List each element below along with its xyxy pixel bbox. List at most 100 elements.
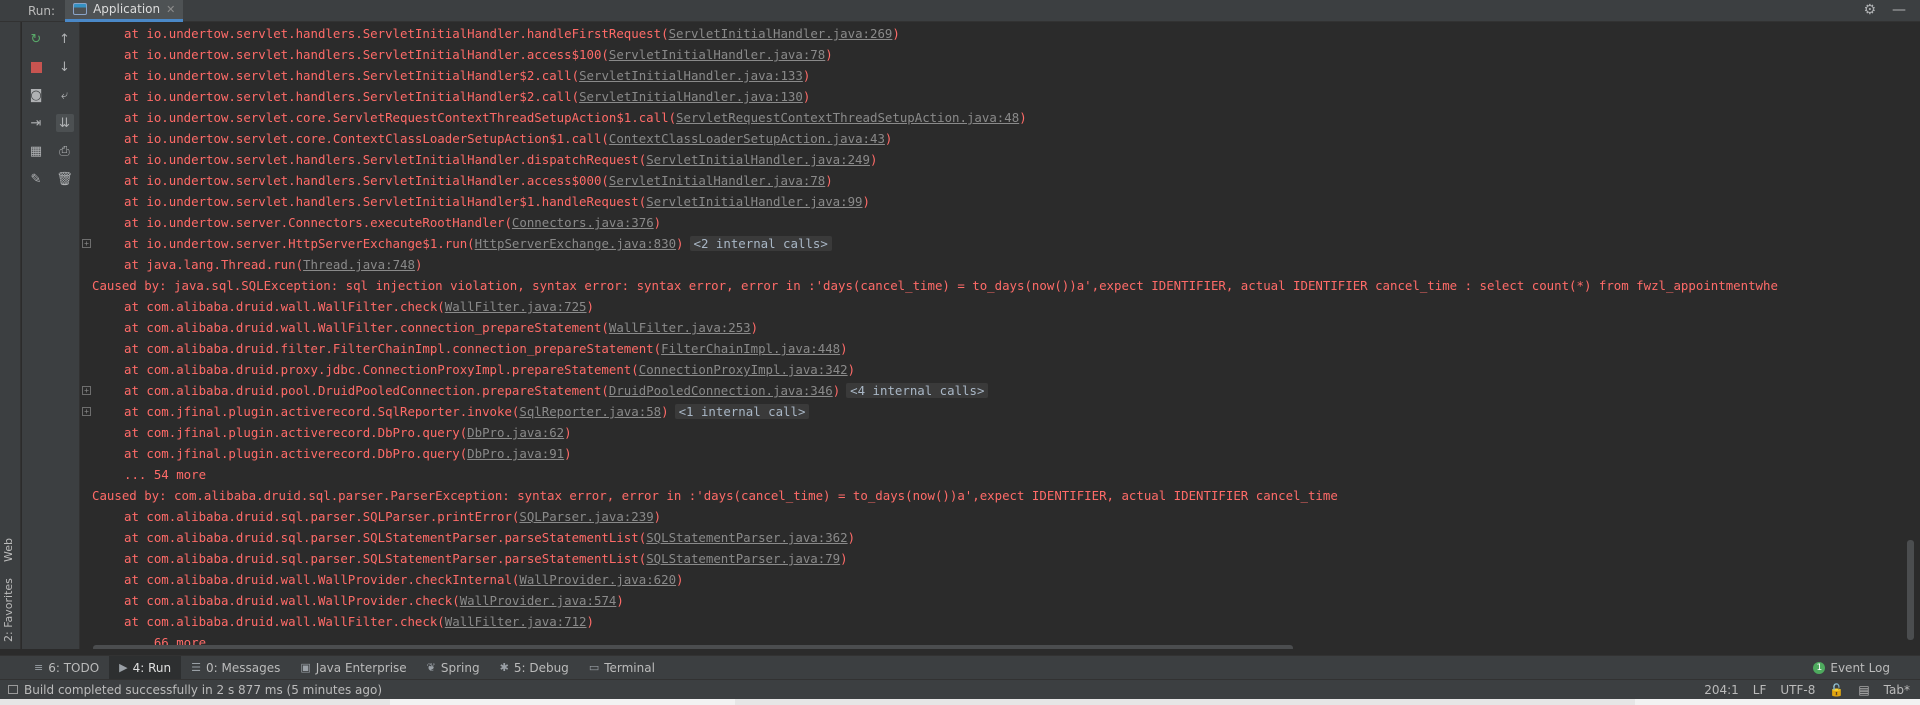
line-text-end: ) [564, 446, 572, 461]
indent-setting[interactable]: Tab* [1884, 683, 1910, 697]
stack-frame-line: at com.alibaba.druid.sql.parser.SQLState… [124, 527, 855, 548]
rerun-icon[interactable]: ↻ [27, 30, 45, 48]
tool-window-java-enterprise[interactable]: ▣ Java Enterprise [290, 656, 416, 680]
line-text: Caused by: java.sql.SQLException: sql in… [92, 278, 1778, 293]
tool-window-label: 0: Messages [206, 660, 281, 675]
run-toolbar-secondary: ↑ ↓ ⤶ ⇊ ⎙ 🗑 [50, 22, 80, 649]
line-text: at io.undertow.server.HttpServerExchange… [124, 236, 475, 251]
minimize-icon[interactable]: — [1892, 2, 1906, 18]
stop-icon[interactable] [27, 58, 45, 76]
stack-frame-line: at com.alibaba.druid.wall.WallProvider.c… [124, 590, 624, 611]
fold-toggle[interactable]: + [82, 407, 91, 416]
stack-frame-line: at io.undertow.servlet.core.ContextClass… [124, 128, 892, 149]
tool-window-terminal[interactable]: ▭ Terminal [579, 656, 665, 680]
layout-icon[interactable]: ▦ [27, 142, 45, 160]
source-link[interactable]: WallProvider.java:620 [519, 572, 676, 587]
tool-window-label: Spring [440, 660, 480, 675]
down-arrow-icon[interactable]: ↓ [56, 58, 74, 76]
debug-icon: ✱ [499, 661, 509, 674]
line-text: at com.alibaba.druid.sql.parser.SQLState… [124, 551, 647, 566]
print-icon[interactable]: ⎙ [56, 142, 74, 160]
tool-window-debug[interactable]: ✱ 5: Debug [490, 656, 579, 680]
line-text: at io.undertow.server.Connectors.execute… [124, 215, 512, 230]
event-log-label: Event Log [1830, 660, 1890, 675]
source-link[interactable]: WallProvider.java:574 [460, 593, 617, 608]
lock-icon[interactable]: 🔓 [1829, 683, 1844, 697]
source-link[interactable]: WallFilter.java:712 [445, 614, 587, 629]
web-tool-button[interactable]: Web [2, 538, 15, 562]
fold-toggle[interactable]: + [82, 386, 91, 395]
internal-calls-toggle[interactable]: <1 internal call> [674, 404, 810, 419]
tool-window-spring[interactable]: ❦ Spring [417, 656, 490, 680]
source-link[interactable]: SqlReporter.java:58 [519, 404, 661, 419]
camera-icon[interactable]: ◙ [27, 86, 45, 104]
line-text-end: ) [825, 173, 833, 188]
soft-wrap-icon[interactable]: ⤶ [56, 86, 74, 104]
tool-window-run[interactable]: ▶ 4: Run [109, 655, 182, 680]
console-output[interactable]: at io.undertow.servlet.handlers.ServletI… [80, 22, 1920, 649]
source-link[interactable]: DbPro.java:91 [467, 446, 564, 461]
status-window-icon[interactable] [8, 685, 18, 694]
tool-window-todo[interactable]: ≡ 6: TODO [24, 656, 109, 680]
line-text: at com.alibaba.druid.wall.WallFilter.con… [124, 320, 609, 335]
internal-calls-toggle[interactable]: <4 internal calls> [846, 383, 989, 398]
line-text-end: ) [586, 614, 594, 629]
run-tool-window-header: Run: Application ✕ ⚙ — [0, 0, 1920, 22]
source-link[interactable]: WallFilter.java:725 [445, 299, 587, 314]
file-encoding[interactable]: UTF-8 [1780, 683, 1815, 697]
up-arrow-icon[interactable]: ↑ [56, 30, 74, 48]
line-text-end: ) [1019, 110, 1027, 125]
line-text: at com.alibaba.druid.wall.WallProvider.c… [124, 572, 520, 587]
gear-icon[interactable]: ⚙ [1863, 2, 1876, 18]
line-text-end: ) [832, 383, 841, 398]
source-link[interactable]: ServletInitialHandler.java:78 [609, 47, 825, 62]
stack-frame-line: at io.undertow.server.Connectors.execute… [124, 212, 661, 233]
source-link[interactable]: SQLStatementParser.java:79 [646, 551, 840, 566]
vertical-scrollbar[interactable] [1907, 540, 1914, 640]
source-link[interactable]: ServletInitialHandler.java:249 [646, 152, 870, 167]
run-icon: ▶ [119, 661, 128, 674]
event-log-button[interactable]: 1 Event Log [1813, 661, 1890, 675]
terminal-icon: ▭ [588, 661, 600, 674]
source-link[interactable]: ServletInitialHandler.java:78 [609, 173, 825, 188]
pin-icon[interactable]: ✎ [27, 170, 45, 188]
line-text-end: ) [892, 26, 900, 41]
scroll-to-end-icon[interactable]: ⇊ [55, 114, 74, 132]
horizontal-scrollbar[interactable] [93, 645, 1293, 649]
tool-window-label: Terminal [604, 660, 655, 675]
source-link[interactable]: ServletInitialHandler.java:130 [579, 89, 803, 104]
close-icon[interactable]: ✕ [166, 3, 175, 16]
source-link[interactable]: HttpServerExchange.java:830 [475, 236, 676, 251]
source-link[interactable]: FilterChainImpl.java:448 [661, 341, 840, 356]
source-link[interactable]: ServletInitialHandler.java:269 [669, 26, 893, 41]
trash-icon[interactable]: 🗑 [56, 170, 74, 188]
line-text-end: ) [825, 47, 833, 62]
source-link[interactable]: Connectors.java:376 [512, 215, 654, 230]
internal-calls-toggle[interactable]: <2 internal calls> [689, 236, 832, 251]
source-link[interactable]: WallFilter.java:253 [609, 320, 751, 335]
line-text: at io.undertow.servlet.core.ContextClass… [124, 131, 609, 146]
line-text-end: ) [616, 593, 624, 608]
exit-icon[interactable]: ⇥ [27, 114, 45, 132]
source-link[interactable]: Thread.java:748 [303, 257, 415, 272]
line-text-end: ) [847, 362, 856, 377]
memory-icon[interactable]: ▤ [1858, 683, 1869, 697]
source-link[interactable]: ServletInitialHandler.java:99 [646, 194, 862, 209]
favorites-tool-button[interactable]: 2: Favorites [2, 578, 15, 642]
tab-application[interactable]: Application ✕ [65, 0, 184, 22]
stack-frame-line: at com.alibaba.druid.pool.DruidPooledCon… [124, 380, 989, 401]
fold-toggle[interactable]: + [82, 239, 91, 248]
source-link[interactable]: SQLParser.java:239 [519, 509, 653, 524]
source-link[interactable]: ServletRequestContextThreadSetupAction.j… [676, 110, 1019, 125]
source-link[interactable]: DbPro.java:62 [467, 425, 564, 440]
line-text: at com.jfinal.plugin.activerecord.DbPro.… [124, 425, 468, 440]
source-link[interactable]: ContextClassLoaderSetupAction.java:43 [609, 131, 885, 146]
tool-window-messages[interactable]: ☰ 0: Messages [181, 656, 290, 680]
source-link[interactable]: DruidPooledConnection.java:346 [609, 383, 833, 398]
line-separator[interactable]: LF [1753, 683, 1767, 697]
source-link[interactable]: ConnectionProxyImpl.java:342 [639, 362, 848, 377]
source-link[interactable]: SQLStatementParser.java:362 [646, 530, 847, 545]
caret-position[interactable]: 204:1 [1704, 683, 1739, 697]
line-text-end: ) [884, 131, 893, 146]
source-link[interactable]: ServletInitialHandler.java:133 [579, 68, 803, 83]
